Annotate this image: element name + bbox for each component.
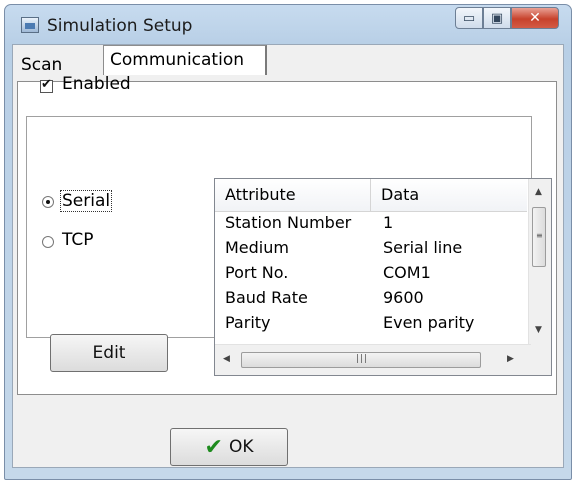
table-row[interactable]: Port No. COM1 xyxy=(215,263,527,288)
grip-icon: ≡ xyxy=(536,231,543,240)
scroll-left-icon[interactable]: ◀ xyxy=(223,354,230,364)
tab-communication[interactable]: Communication xyxy=(103,45,267,75)
cell-data: 1 xyxy=(383,213,394,232)
minimize-icon: ▭ xyxy=(462,10,476,26)
cell-attribute: Baud Rate xyxy=(225,288,308,307)
ok-button-label: OK xyxy=(228,437,254,457)
window-title: Simulation Setup xyxy=(47,16,193,36)
column-header-data[interactable]: Data xyxy=(371,179,527,211)
scroll-right-icon[interactable]: ▶ xyxy=(507,354,514,364)
checkmark-icon: ✔ xyxy=(204,434,223,460)
table-row[interactable]: Station Number 1 xyxy=(215,213,527,238)
table-header: Attribute Data xyxy=(215,179,527,212)
minimize-button[interactable]: ▭ xyxy=(455,7,483,29)
serial-label[interactable]: Serial xyxy=(60,190,113,212)
title-bar[interactable]: Simulation Setup ▭ ▣ ✕ xyxy=(5,5,571,45)
maximize-button[interactable]: ▣ xyxy=(483,7,511,29)
table-body: Station Number 1 Medium Serial line Port N… xyxy=(215,213,527,343)
cell-attribute: Station Number xyxy=(225,213,352,232)
cell-data: COM1 xyxy=(383,263,431,282)
maximize-icon: ▣ xyxy=(490,10,504,26)
cell-data: Serial line xyxy=(383,238,463,257)
column-header-attribute[interactable]: Attribute xyxy=(215,179,371,211)
enabled-checkbox[interactable] xyxy=(40,77,53,93)
vertical-scrollbar[interactable]: ▲ ≡ ▼ xyxy=(528,179,551,345)
table-row[interactable]: Medium Serial line xyxy=(215,238,527,263)
cell-attribute: Medium xyxy=(225,238,289,257)
tab-scan-label: Scan xyxy=(21,55,63,75)
horizontal-scroll-thumb[interactable]: ||| xyxy=(241,352,481,368)
attribute-table[interactable]: Attribute Data Station Number 1 Medium Ser… xyxy=(214,178,552,376)
tcp-radio[interactable] xyxy=(42,236,54,248)
table-row[interactable]: Baud Rate 9600 xyxy=(215,288,527,313)
ok-button[interactable]: ✔ OK xyxy=(170,428,288,466)
tab-communication-label: Communication xyxy=(110,50,244,70)
caption-buttons: ▭ ▣ ✕ xyxy=(455,7,559,31)
close-button[interactable]: ✕ xyxy=(511,7,559,29)
enabled-label[interactable]: Enabled xyxy=(62,74,131,94)
edit-button[interactable]: Edit xyxy=(50,334,168,372)
tcp-label[interactable]: TCP xyxy=(62,230,94,250)
horizontal-scrollbar[interactable]: ◀ ||| ▶ xyxy=(215,344,531,375)
cell-attribute: Parity xyxy=(225,313,271,332)
cell-data: Even parity xyxy=(383,313,475,332)
scroll-down-icon[interactable]: ▼ xyxy=(535,325,542,335)
grip-icon: ||| xyxy=(356,354,369,364)
vertical-scroll-thumb[interactable]: ≡ xyxy=(532,207,546,267)
table-row[interactable]: Parity Even parity xyxy=(215,313,527,338)
edit-button-label: Edit xyxy=(92,343,126,363)
scroll-corner xyxy=(529,345,551,375)
scroll-up-icon[interactable]: ▲ xyxy=(535,187,542,197)
cell-attribute: Port No. xyxy=(225,263,289,282)
close-icon: ✕ xyxy=(529,10,541,26)
app-icon xyxy=(21,17,39,33)
cell-data: 9600 xyxy=(383,288,424,307)
serial-radio[interactable] xyxy=(42,196,54,208)
